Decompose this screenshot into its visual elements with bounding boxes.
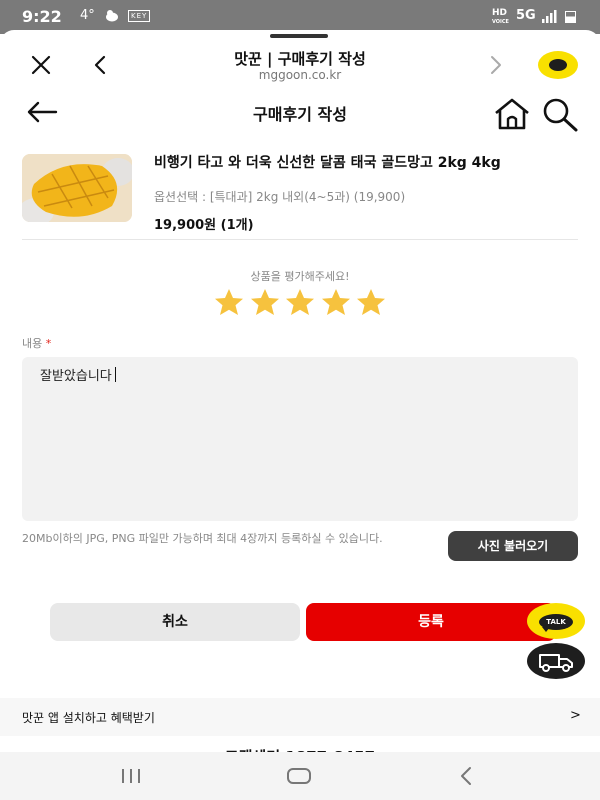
required-mark: * — [45, 337, 52, 350]
product-summary: 비행기 타고 와 더욱 신선한 달콤 태국 골드망고 2kg 4kg 옵션선택 … — [22, 152, 578, 240]
load-photo-button[interactable]: 사진 불러오기 — [448, 531, 578, 561]
page-title: 구매후기 작성 — [253, 105, 347, 124]
app-notification-icon — [106, 10, 118, 22]
product-name: 비행기 타고 와 더욱 신선한 달콤 태국 골드망고 2kg 4kg — [154, 155, 501, 171]
hd-voice-icon: HD VOICE — [492, 9, 509, 26]
home-icon[interactable] — [492, 96, 532, 132]
submit-button[interactable]: 등록 — [306, 603, 556, 641]
back-nav-icon[interactable] — [458, 766, 474, 786]
product-option: 옵션선택 : [특대과] 2kg 내외(4~5과) (19,900) — [154, 190, 406, 204]
voice-label: VOICE — [492, 19, 509, 25]
android-nav-bar — [0, 752, 600, 800]
app-install-banner[interactable]: 맛꾼 앱 설치하고 혜택받기 > — [0, 698, 600, 736]
kakao-chat-icon[interactable] — [538, 51, 578, 79]
battery-icon — [565, 11, 576, 23]
home-nav-icon[interactable] — [287, 768, 311, 784]
product-thumbnail — [22, 154, 132, 222]
browser-url: mggoon.co.kr — [258, 68, 342, 82]
kakao-bubble-shape — [549, 59, 567, 71]
star-icon[interactable] — [285, 288, 315, 316]
recents-icon[interactable] — [120, 768, 142, 784]
close-icon[interactable] — [30, 54, 52, 76]
star-rating[interactable] — [214, 288, 386, 316]
page-header: 구매후기 작성 — [0, 90, 600, 138]
network-type: 5G — [516, 8, 536, 23]
drag-handle[interactable] — [270, 34, 328, 38]
browser-bar: 맛꾼 | 구매후기 작성 mggoon.co.kr — [0, 40, 600, 88]
star-icon[interactable] — [321, 288, 351, 316]
status-bar: 9:22 4° KEY HD VOICE 5G — [0, 0, 600, 34]
product-price: 19,900원 (1개) — [154, 218, 254, 233]
promo-text: 맛꾼 앱 설치하고 혜택받기 — [22, 711, 155, 725]
content-label: 내용 * — [22, 335, 51, 351]
search-icon[interactable] — [540, 96, 580, 132]
text-cursor — [114, 367, 116, 382]
webview-sheet: 맛꾼 | 구매후기 작성 mggoon.co.kr 구매후기 작성 비행기 타고… — [0, 30, 600, 800]
signal-icon — [542, 10, 557, 23]
delivery-truck-icon — [539, 654, 573, 672]
browser-forward-icon[interactable] — [488, 54, 504, 76]
chevron-right-icon: > — [570, 708, 581, 723]
delivery-truck-button[interactable] — [527, 643, 585, 679]
hd-label: HD — [492, 8, 508, 18]
divider — [22, 239, 578, 240]
review-text: 잘받았습니다 — [40, 369, 112, 384]
browser-title: 맛꾼 | 구매후기 작성 — [234, 50, 366, 68]
star-icon[interactable] — [250, 288, 280, 316]
rating-prompt: 상품을 평가해주세요! — [250, 270, 350, 283]
upload-note: 20Mb이하의 JPG, PNG 파일만 가능하며 최대 4장까지 등록하실 수… — [22, 532, 383, 545]
star-icon[interactable] — [214, 288, 244, 316]
talk-bubble-tail — [542, 627, 550, 632]
key-badge: KEY — [128, 10, 151, 22]
browser-back-icon[interactable] — [92, 54, 108, 76]
review-textarea[interactable]: 잘받았습니다 — [22, 357, 578, 521]
star-icon[interactable] — [356, 288, 386, 316]
kakao-talk-button[interactable]: TALK — [527, 603, 585, 639]
content-label-text: 내용 — [22, 337, 43, 350]
status-temperature: 4° — [80, 8, 95, 23]
arrow-left-icon[interactable] — [26, 100, 58, 124]
status-time: 9:22 — [22, 7, 62, 26]
cancel-button[interactable]: 취소 — [50, 603, 300, 641]
